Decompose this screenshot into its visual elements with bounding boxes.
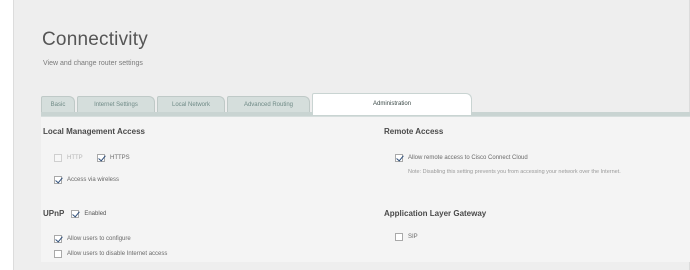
allow-users-configure-option[interactable]: Allow users to configure bbox=[54, 235, 131, 243]
allow-users-configure-label: Allow users to configure bbox=[67, 236, 131, 242]
tab-administration[interactable]: Administration bbox=[312, 93, 472, 115]
https-checkbox[interactable] bbox=[97, 154, 105, 162]
allow-users-disable-internet-option[interactable]: Allow users to disable Internet access bbox=[54, 250, 167, 258]
allow-users-disable-internet-label: Allow users to disable Internet access bbox=[67, 251, 168, 257]
allow-remote-access-label: Allow remote access to Cisco Connect Clo… bbox=[408, 155, 528, 161]
tab-basic[interactable]: Basic bbox=[41, 96, 75, 112]
http-checkbox[interactable] bbox=[54, 154, 62, 162]
tab-bar: Basic Internet Settings Local Network Ad… bbox=[41, 91, 690, 116]
http-option[interactable]: HTTP bbox=[54, 154, 83, 162]
upnp-enabled-checkbox[interactable] bbox=[71, 209, 80, 218]
alg-heading: Application Layer Gateway bbox=[384, 209, 487, 218]
remote-access-heading: Remote Access bbox=[384, 127, 444, 136]
sip-option[interactable]: SIP bbox=[395, 233, 418, 241]
allow-users-configure-checkbox[interactable] bbox=[54, 235, 62, 243]
sip-label: SIP bbox=[408, 234, 418, 240]
upnp-enabled-label: Enabled bbox=[84, 210, 107, 217]
page-subtitle: View and change router settings bbox=[43, 60, 143, 67]
https-label: HTTPS bbox=[110, 155, 130, 161]
tab-local-network[interactable]: Local Network bbox=[157, 96, 225, 112]
page-title: Connectivity bbox=[42, 29, 148, 50]
tab-internet-settings[interactable]: Internet Settings bbox=[77, 96, 155, 112]
local-management-heading: Local Management Access bbox=[43, 127, 145, 136]
access-via-wireless-label: Access via wireless bbox=[67, 177, 120, 183]
https-option[interactable]: HTTPS bbox=[97, 154, 130, 162]
upnp-row: UPnP Enabled bbox=[43, 209, 106, 218]
allow-remote-access-checkbox[interactable] bbox=[395, 154, 403, 162]
router-settings-window: Connectivity View and change router sett… bbox=[13, 0, 690, 270]
remote-access-note: Note: Disabling this setting prevents yo… bbox=[408, 169, 621, 175]
allow-remote-access-option[interactable]: Allow remote access to Cisco Connect Clo… bbox=[395, 154, 528, 162]
allow-users-disable-internet-checkbox[interactable] bbox=[54, 250, 62, 258]
administration-panel: Local Management Access HTTP HTTPS Acces… bbox=[41, 116, 690, 262]
access-via-wireless-option[interactable]: Access via wireless bbox=[54, 176, 119, 184]
upnp-heading: UPnP bbox=[43, 209, 65, 218]
tab-advanced-routing[interactable]: Advanced Routing bbox=[227, 96, 310, 112]
access-via-wireless-checkbox[interactable] bbox=[54, 176, 62, 184]
http-label: HTTP bbox=[67, 155, 83, 161]
sip-checkbox[interactable] bbox=[395, 233, 403, 241]
